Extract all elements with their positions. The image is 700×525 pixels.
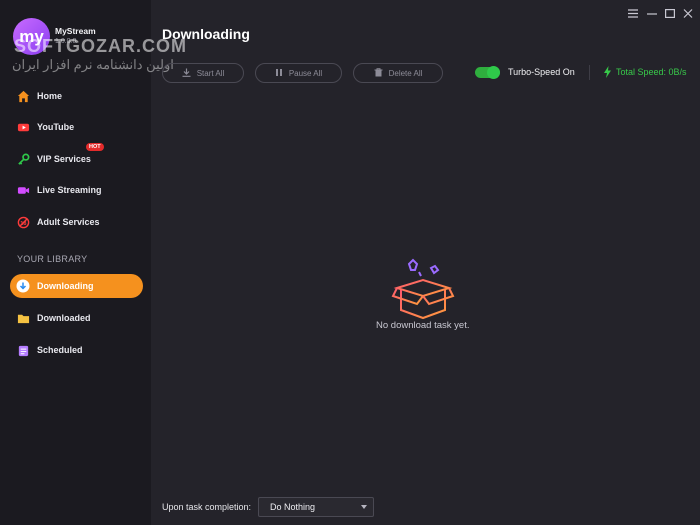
close-icon[interactable] bbox=[681, 7, 695, 19]
live-icon bbox=[16, 183, 30, 197]
calendar-icon bbox=[16, 343, 30, 357]
sidebar-item-vip-services[interactable]: VIP Services HOT bbox=[10, 143, 143, 171]
sidebar-item-label: YouTube bbox=[37, 122, 75, 132]
maximize-icon[interactable] bbox=[663, 7, 677, 19]
turbo-speed-toggle[interactable] bbox=[475, 66, 500, 79]
library-heading: YOUR LIBRARY bbox=[17, 254, 88, 264]
empty-box-icon bbox=[391, 258, 455, 323]
sidebar-item-downloaded[interactable]: Downloaded bbox=[10, 306, 143, 330]
turbo-speed-label: Turbo-Speed On bbox=[508, 67, 575, 77]
start-all-button[interactable]: Start All bbox=[162, 63, 244, 83]
total-speed-label: Total Speed: 0B/s bbox=[616, 67, 687, 77]
hot-badge: HOT bbox=[86, 143, 104, 151]
start-all-label: Start All bbox=[196, 68, 225, 78]
sidebar-item-live-streaming[interactable]: Live Streaming bbox=[10, 178, 143, 202]
divider bbox=[589, 65, 590, 80]
app-name: MyStream bbox=[55, 26, 96, 36]
sidebar-item-downloading[interactable]: Downloading bbox=[10, 274, 143, 298]
sidebar-item-label: VIP Services bbox=[37, 154, 91, 164]
sidebar: my MyStream 1.0.0.0 SOFTGOZAR.COM اولین … bbox=[0, 0, 186, 525]
home-icon bbox=[16, 89, 30, 103]
total-speed: Total Speed: 0B/s bbox=[603, 66, 687, 78]
sidebar-item-scheduled[interactable]: Scheduled bbox=[10, 338, 143, 362]
folder-icon bbox=[16, 311, 30, 325]
sidebar-item-label: Live Streaming bbox=[37, 185, 102, 195]
completion-select-value: Do Nothing bbox=[270, 502, 316, 512]
toggle-knob bbox=[487, 66, 500, 79]
menu-icon[interactable] bbox=[626, 7, 640, 19]
pause-all-button[interactable]: Pause All bbox=[255, 63, 342, 83]
download-icon bbox=[16, 279, 30, 293]
pause-icon bbox=[275, 68, 283, 79]
minimize-icon[interactable] bbox=[645, 7, 659, 19]
sidebar-item-youtube[interactable]: YouTube bbox=[10, 115, 143, 139]
chevron-down-icon bbox=[361, 505, 367, 509]
sidebar-item-label: Scheduled bbox=[37, 345, 83, 355]
key-icon bbox=[16, 152, 30, 166]
completion-label: Upon task completion: bbox=[162, 502, 252, 512]
svg-text:18: 18 bbox=[20, 220, 26, 226]
sidebar-item-label: Downloaded bbox=[37, 313, 91, 323]
delete-all-label: Delete All bbox=[388, 68, 423, 78]
trash-icon bbox=[374, 67, 383, 79]
delete-all-button[interactable]: Delete All bbox=[353, 63, 443, 83]
completion-select[interactable]: Do Nothing bbox=[258, 497, 374, 517]
sidebar-item-label: Adult Services bbox=[37, 217, 100, 227]
page-title: Downloading bbox=[162, 26, 250, 42]
sidebar-item-adult-services[interactable]: 18 Adult Services bbox=[10, 210, 143, 234]
youtube-icon bbox=[16, 120, 30, 134]
sidebar-item-label: Home bbox=[37, 91, 63, 101]
empty-message: No download task yet. bbox=[376, 320, 470, 331]
sidebar-item-label: Downloading bbox=[37, 281, 94, 291]
sidebar-item-home[interactable]: Home bbox=[10, 84, 143, 108]
watermark-subtitle: اولین دانشنامه نرم افزار ایران bbox=[12, 57, 174, 72]
adult-icon: 18 bbox=[16, 215, 30, 229]
lightning-icon bbox=[604, 66, 611, 78]
start-icon bbox=[182, 68, 191, 79]
pause-all-label: Pause All bbox=[288, 68, 323, 78]
